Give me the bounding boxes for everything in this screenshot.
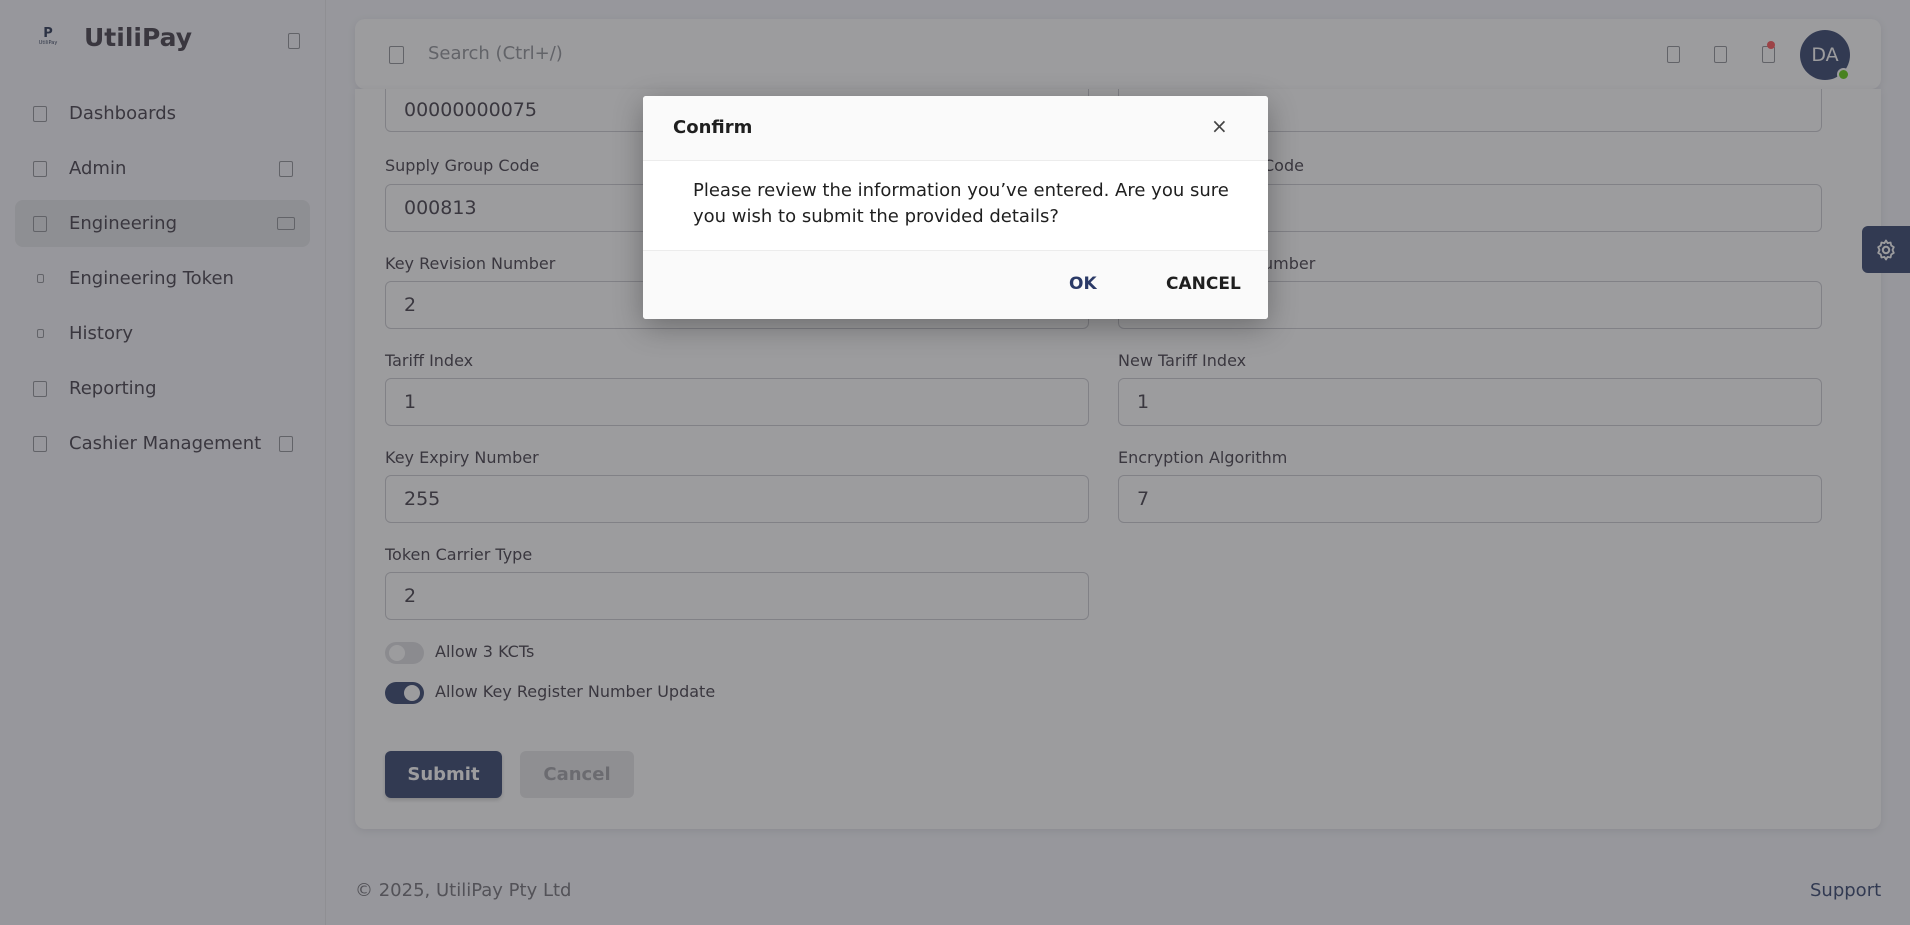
dialog-cancel-button[interactable]: CANCEL bbox=[1166, 274, 1241, 294]
dialog-header: Confirm × bbox=[643, 96, 1268, 161]
ok-button[interactable]: OK bbox=[1069, 274, 1097, 294]
dialog-message: Please review the information you’ve ent… bbox=[693, 180, 1229, 227]
dialog-body: Please review the information you’ve ent… bbox=[643, 161, 1268, 251]
close-icon[interactable]: × bbox=[1211, 114, 1228, 138]
dialog-actions: OK CANCEL bbox=[643, 251, 1268, 319]
dialog-title: Confirm bbox=[673, 117, 753, 138]
confirm-dialog: Confirm × Please review the information … bbox=[643, 96, 1268, 319]
